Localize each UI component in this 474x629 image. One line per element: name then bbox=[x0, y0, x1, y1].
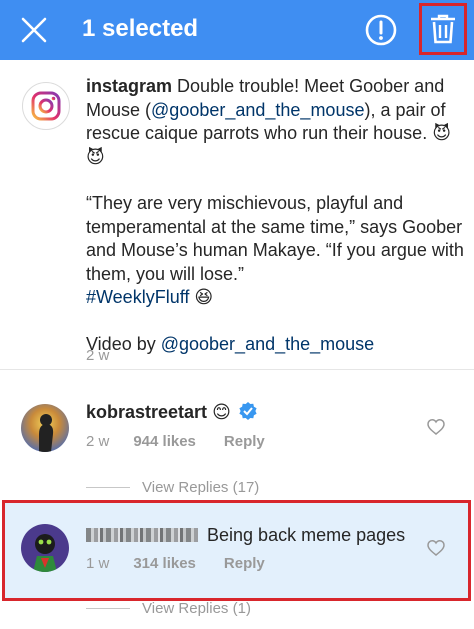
selected-count: 1 selected bbox=[82, 15, 199, 42]
comment-body: Being back meme pages bbox=[207, 525, 406, 545]
heart-icon[interactable] bbox=[427, 539, 445, 557]
close-icon[interactable] bbox=[20, 16, 48, 44]
verified-badge-icon bbox=[239, 402, 257, 420]
heart-icon[interactable] bbox=[427, 418, 445, 436]
avatar-image bbox=[21, 524, 69, 572]
view-replies-button[interactable]: View Replies (17) bbox=[86, 479, 259, 496]
comment-text: Being back meme pages bbox=[86, 523, 405, 547]
instagram-logo-icon bbox=[31, 91, 61, 121]
commenter-avatar[interactable] bbox=[21, 404, 69, 452]
reply-button[interactable]: Reply bbox=[224, 433, 265, 450]
comment-timestamp: 1 w bbox=[86, 555, 110, 572]
caption-hashtag[interactable]: #WeeklyFluff bbox=[86, 287, 189, 307]
post-caption: instagram Double trouble! Meet Goober an… bbox=[0, 60, 474, 364]
replies-line bbox=[86, 487, 130, 488]
delete-button[interactable] bbox=[419, 3, 467, 55]
redacted-username bbox=[86, 528, 198, 542]
caption-mention[interactable]: @goober_and_the_mouse bbox=[151, 100, 364, 120]
view-replies-label: View Replies (1) bbox=[142, 600, 251, 617]
comment-body: 😊 bbox=[212, 402, 231, 422]
video-by-mention[interactable]: @goober_and_the_mouse bbox=[161, 334, 374, 354]
commenter-avatar[interactable] bbox=[21, 524, 69, 572]
comment-likes[interactable]: 944 likes bbox=[133, 433, 196, 450]
caption-username[interactable]: instagram bbox=[86, 76, 172, 96]
selection-toolbar: 1 selected bbox=[0, 0, 474, 60]
comment-username[interactable]: kobrastreetart bbox=[86, 402, 207, 422]
instagram-avatar[interactable] bbox=[22, 82, 70, 130]
reply-button[interactable]: Reply bbox=[224, 555, 265, 572]
comment-text: kobrastreetart 😊 bbox=[86, 400, 258, 424]
comment-likes[interactable]: 314 likes bbox=[133, 555, 196, 572]
comment-meta: 1 w 314 likes Reply bbox=[86, 555, 265, 572]
caption-quote: “They are very mischievous, playful and … bbox=[86, 193, 464, 284]
view-replies-button[interactable]: View Replies (1) bbox=[86, 600, 251, 617]
caption-timestamp: 2 w bbox=[86, 347, 110, 364]
comment-meta: 2 w 944 likes Reply bbox=[86, 433, 265, 450]
divider bbox=[0, 369, 474, 370]
avatar-image bbox=[21, 404, 69, 452]
replies-line bbox=[86, 608, 130, 609]
caption-text: instagram Double trouble! Meet Goober an… bbox=[86, 75, 466, 356]
comment-timestamp: 2 w bbox=[86, 433, 110, 450]
comment-item-selected[interactable]: Being back meme pages 1 w 314 likes Repl… bbox=[0, 500, 474, 601]
trash-icon bbox=[431, 14, 455, 44]
report-icon[interactable] bbox=[364, 13, 398, 47]
view-replies-label: View Replies (17) bbox=[142, 479, 260, 496]
comment-item[interactable]: kobrastreetart 😊 2 w 944 likes Reply Vie… bbox=[0, 376, 474, 496]
caption-emoji: 😆 bbox=[194, 287, 214, 307]
